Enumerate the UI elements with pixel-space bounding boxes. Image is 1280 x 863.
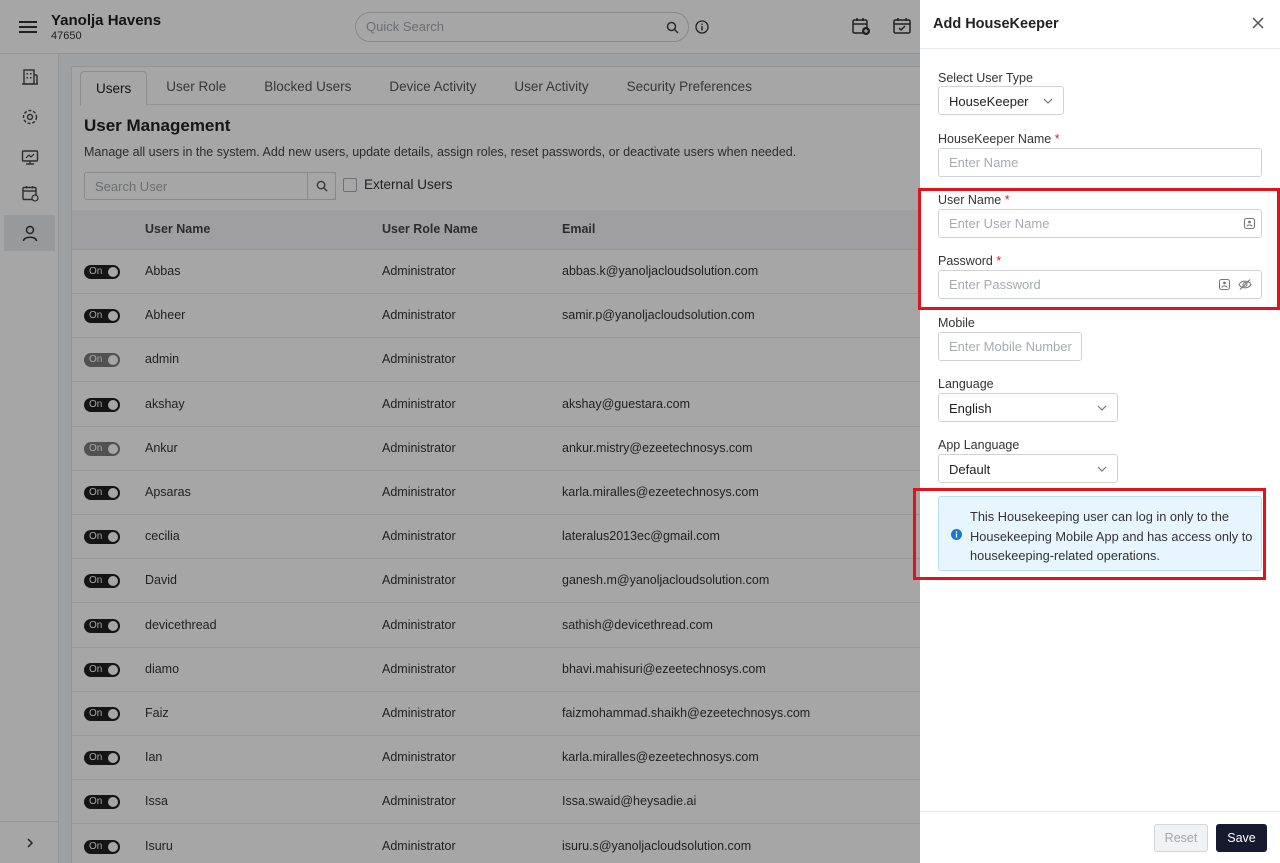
drawer-footer: Reset Save [920,811,1280,863]
highlight-credentials-box [918,188,1280,310]
housekeeper-name-label-text: HouseKeeper Name [938,132,1052,146]
modal-backdrop[interactable] [0,0,920,863]
add-housekeeper-drawer: Add HouseKeeper Select User Type HouseKe… [913,0,1280,863]
drawer-title: Add HouseKeeper [933,16,1059,32]
reset-button[interactable]: Reset [1154,824,1208,852]
save-button[interactable]: Save [1216,824,1267,852]
app-language-value: Default [949,462,991,477]
mobile-field[interactable] [938,332,1082,361]
mobile-input[interactable] [949,339,1077,354]
highlight-info-box [913,488,1266,580]
user-type-label: Select User Type [938,71,1033,85]
mobile-label: Mobile [938,316,975,330]
app-language-select[interactable]: Default [938,454,1118,483]
housekeeper-name-field[interactable] [938,148,1262,177]
language-label: Language [938,377,994,391]
language-value: English [949,401,992,416]
chevron-down-icon [1097,404,1107,412]
housekeeper-name-input[interactable] [949,155,1249,170]
housekeeper-name-label: HouseKeeper Name * [938,132,1060,146]
drawer-header: Add HouseKeeper [920,0,1280,49]
required-mark: * [1054,132,1060,146]
app-language-label: App Language [938,438,1020,452]
chevron-down-icon [1043,97,1053,105]
user-type-select[interactable]: HouseKeeper [938,86,1064,115]
close-icon[interactable] [1251,16,1265,30]
language-select[interactable]: English [938,393,1118,422]
user-type-value: HouseKeeper [949,94,1029,109]
chevron-down-icon [1097,465,1107,473]
